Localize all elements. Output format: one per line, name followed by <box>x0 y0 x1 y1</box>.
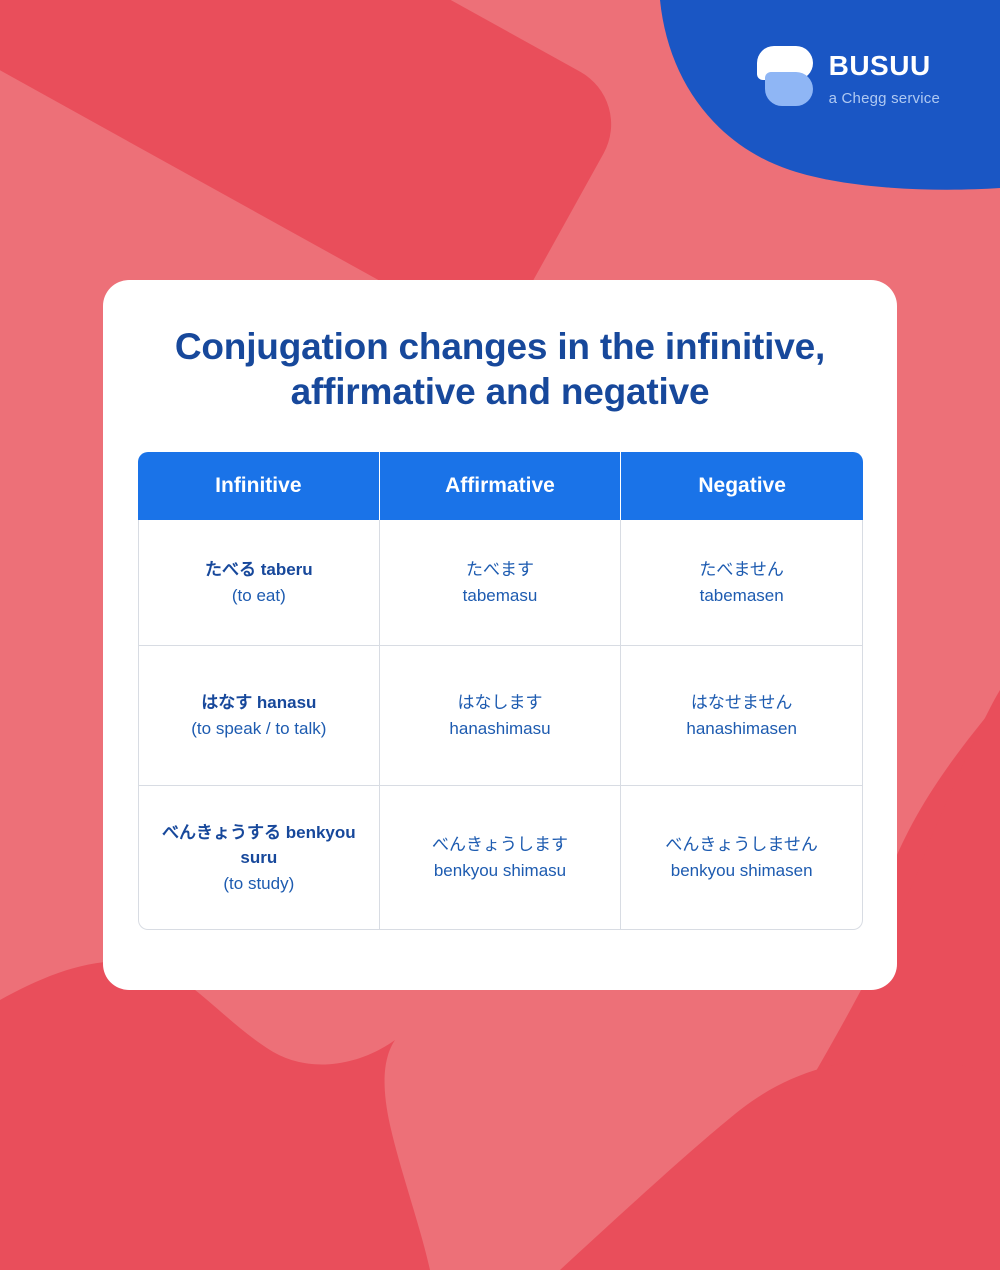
infinitive-term: たべる taberu <box>204 560 313 580</box>
affirmative-japanese: たべます <box>465 560 534 580</box>
cell-affirmative: はなします hanashimasu <box>379 646 622 787</box>
column-header-affirmative: Affirmative <box>379 452 622 521</box>
table-body: たべる taberu (to eat) たべます tabemasu たべません … <box>138 520 863 931</box>
column-header-negative: Negative <box>621 452 863 521</box>
table-header-row: Infinitive Affirmative Negative <box>138 452 863 521</box>
negative-japanese: べんきょうしません <box>665 835 818 855</box>
table-row: べんきょうする benkyou suru (to study) べんきょうします… <box>138 786 863 931</box>
table-head: Infinitive Affirmative Negative <box>138 452 863 521</box>
negative-japanese: はなせません <box>690 693 793 713</box>
affirmative-japanese: はなします <box>457 693 543 713</box>
infinitive-term: べんきょうする benkyou suru <box>162 822 356 868</box>
negative-japanese: たべません <box>699 560 784 580</box>
infinitive-gloss: (to speak / to talk) <box>191 718 327 738</box>
column-header-infinitive: Infinitive <box>138 452 380 521</box>
affirmative-romaji: hanashimasu <box>449 718 551 738</box>
cell-negative: たべません tabemasen <box>621 520 863 647</box>
infinitive-term: はなす hanasu <box>201 693 317 713</box>
negative-romaji: tabemasen <box>699 585 784 605</box>
negative-romaji: hanashimasen <box>686 718 797 738</box>
affirmative-romaji: tabemasu <box>462 585 538 605</box>
infinitive-gloss: (to study) <box>223 873 295 893</box>
negative-romaji: benkyou shimasen <box>670 860 813 880</box>
cell-affirmative: べんきょうします benkyou shimasu <box>379 786 622 931</box>
cell-negative: はなせません hanashimasen <box>621 646 863 787</box>
page-title: Conjugation changes in the infinitive, a… <box>174 326 826 413</box>
cell-affirmative: たべます tabemasu <box>379 520 622 647</box>
affirmative-japanese: べんきょうします <box>431 835 568 855</box>
table-row: たべる taberu (to eat) たべます tabemasu たべません … <box>138 520 863 647</box>
cell-infinitive: たべる taberu (to eat) <box>138 520 380 647</box>
infinitive-gloss: (to eat) <box>231 585 286 605</box>
content-card: Conjugation changes in the infinitive, a… <box>103 280 897 990</box>
affirmative-romaji: benkyou shimasu <box>433 860 567 880</box>
table-row: はなす hanasu (to speak / to talk) はなします ha… <box>138 646 863 787</box>
conjugation-table: Infinitive Affirmative Negative たべる tabe… <box>138 452 863 931</box>
cell-infinitive: はなす hanasu (to speak / to talk) <box>138 646 380 787</box>
cell-infinitive: べんきょうする benkyou suru (to study) <box>138 786 380 931</box>
cell-negative: べんきょうしません benkyou shimasen <box>621 786 863 931</box>
